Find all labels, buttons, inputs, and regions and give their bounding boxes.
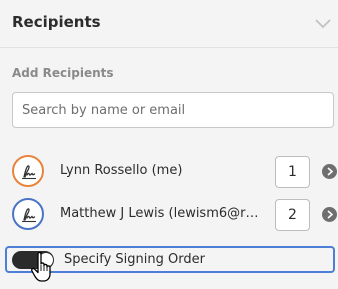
- recipient-name: Matthew J Lewis (lewism6@rpi.edu): [60, 206, 265, 221]
- signature-icon: [22, 165, 36, 180]
- recipient-search-input[interactable]: [12, 92, 334, 128]
- signing-order-number[interactable]: 2: [275, 199, 310, 231]
- hand-cursor-icon: [31, 251, 51, 282]
- signature-icon: [22, 208, 36, 223]
- recipients-title: Recipients: [12, 13, 101, 31]
- recipient-avatar: [12, 198, 44, 230]
- signing-order-label: Specify Signing Order: [64, 252, 205, 267]
- recipient-row: Matthew J Lewis (lewism6@rpi.edu) 2: [0, 197, 338, 233]
- recipient-name: Lynn Rossello (me): [60, 163, 183, 178]
- arrow-right-icon[interactable]: [322, 164, 337, 179]
- section-divider: [0, 47, 338, 48]
- arrow-right-icon[interactable]: [322, 207, 337, 222]
- signing-order-number[interactable]: 1: [275, 156, 310, 188]
- signing-order-row[interactable]: Specify Signing Order: [5, 246, 335, 273]
- chevron-down-icon[interactable]: [314, 18, 332, 30]
- recipients-panel: Recipients Add Recipients Lynn Rossello …: [0, 0, 338, 289]
- add-recipients-label: Add Recipients: [12, 66, 114, 80]
- recipient-row: Lynn Rossello (me) 1: [0, 154, 338, 190]
- recipient-avatar: [12, 155, 44, 187]
